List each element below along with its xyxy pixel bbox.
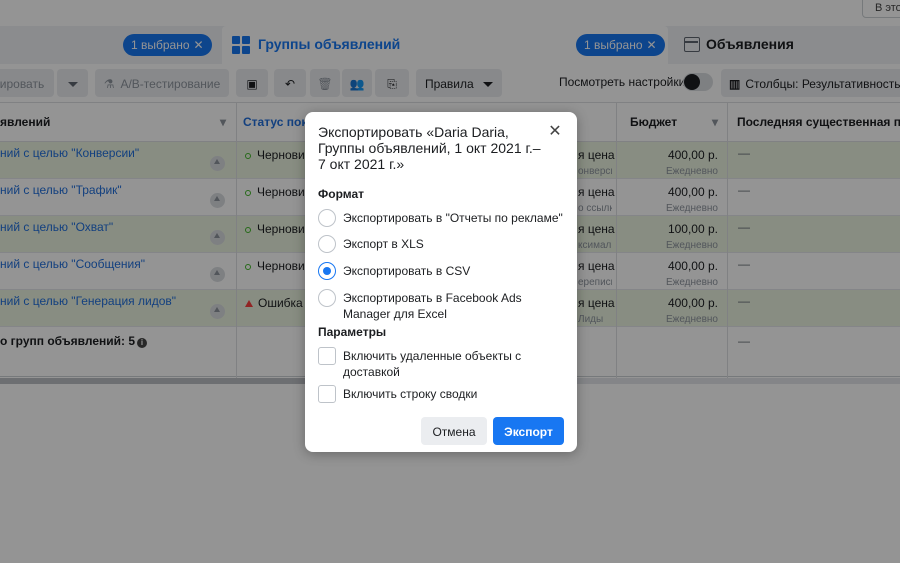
radio-button[interactable] — [318, 209, 336, 227]
checkbox[interactable] — [318, 385, 336, 403]
export-dialog: Экспортировать «Daria Daria, Группы объя… — [305, 112, 577, 452]
checkbox-label: Включить строку сводки — [343, 387, 478, 401]
params-section-title: Параметры — [318, 325, 387, 339]
checkbox[interactable] — [318, 347, 336, 365]
option-label: Экспортировать в Facebook Ads Manager дл… — [343, 291, 522, 321]
close-icon[interactable]: ✕ — [547, 124, 563, 140]
format-section-title: Формат — [318, 187, 365, 201]
checkbox-label: Включить удаленные объекты с доставкой — [343, 349, 522, 379]
export-button[interactable]: Экспорт — [493, 417, 564, 445]
ads-manager-page: В это 1 выбрано ✕ Группы объявлений 1 выб… — [0, 0, 900, 563]
option-label: Экспортировать в "Отчеты по рекламе" — [343, 211, 563, 225]
cancel-button[interactable]: Отмена — [421, 417, 487, 445]
option-label: Экспорт в XLS — [343, 237, 424, 251]
dialog-title: Экспортировать «Daria Daria, Группы объя… — [318, 124, 541, 172]
radio-button[interactable] — [318, 289, 336, 307]
radio-button[interactable] — [318, 235, 336, 253]
radio-button-selected[interactable] — [318, 262, 336, 280]
option-label: Экспортировать в CSV — [343, 264, 471, 278]
